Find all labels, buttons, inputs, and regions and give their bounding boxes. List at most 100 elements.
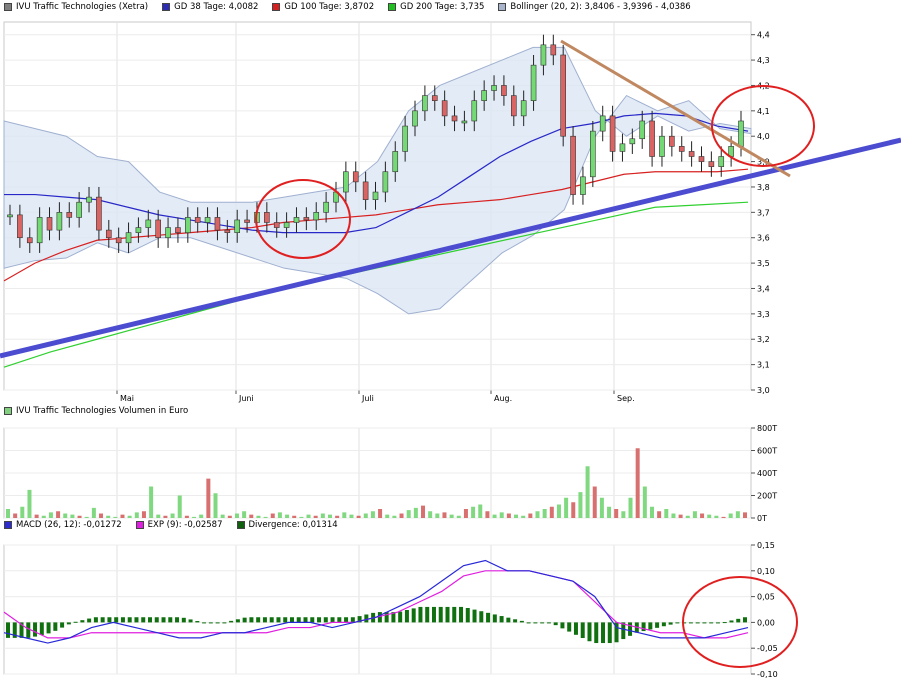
volume-bar (635, 448, 640, 518)
volume-bar (678, 514, 683, 518)
volume-bar (335, 515, 340, 518)
volume-bar (177, 495, 182, 518)
volume-bar (456, 515, 461, 518)
candle-body (17, 214, 23, 239)
volume-bar (506, 513, 511, 518)
divergence-bar (641, 622, 646, 632)
volume-bar (492, 514, 497, 518)
candle-body (66, 212, 73, 218)
divergence-bar (628, 622, 633, 636)
volume-bar (435, 513, 440, 518)
volume-bar (499, 512, 504, 518)
volume-bar (614, 509, 619, 518)
volume-bar (34, 514, 39, 518)
divergence-bar (93, 617, 98, 623)
divergence-bar (709, 622, 714, 624)
volume-bar (363, 513, 368, 518)
price-tick-label: 3,5 (757, 259, 770, 268)
volume-bar (421, 505, 426, 518)
divergence-bar (60, 622, 65, 628)
divergence-bar (459, 606, 464, 623)
volume-tick-label: 600T (757, 447, 777, 456)
volume-bar (356, 515, 361, 518)
candle-body (155, 219, 161, 239)
divergence-bar (661, 622, 666, 627)
divergence-bar (6, 622, 10, 638)
divergence-bar (175, 617, 180, 623)
volume-bar (106, 515, 111, 518)
divergence-bar (492, 614, 497, 623)
divergence-bar (317, 617, 322, 623)
volume-bar (664, 509, 669, 518)
volume-bar (607, 506, 612, 518)
volume-bar (392, 515, 397, 518)
divergence-bar (580, 622, 585, 639)
volume-bar (385, 514, 390, 518)
candle-body (402, 125, 408, 152)
volume-bar (234, 513, 239, 518)
candle-body (461, 120, 468, 124)
price-tick-label: 3,0 (757, 386, 770, 395)
candle-body (441, 100, 448, 117)
candle-body (352, 171, 359, 183)
candle-body (639, 120, 646, 140)
volume-bar (306, 514, 311, 518)
candle-body (738, 120, 744, 147)
divergence-bar (303, 617, 308, 623)
volume-bar (6, 509, 10, 518)
divergence-bar (364, 614, 369, 623)
candle-body (431, 95, 438, 101)
candle-body (214, 217, 221, 231)
candle-body (590, 130, 596, 178)
divergence-bar (208, 622, 213, 624)
candle-body (580, 176, 586, 195)
volume-bar (571, 502, 576, 518)
divergence-bar (472, 609, 477, 623)
price-tick-label: 3,6 (757, 234, 770, 243)
volume-bar (285, 514, 290, 518)
volume-bar (599, 497, 604, 518)
volume-bar (556, 504, 561, 518)
divergence-bar (540, 622, 545, 624)
divergence-bar (573, 622, 578, 635)
candle-body (629, 138, 636, 145)
candle-body (204, 217, 211, 223)
candle-body (669, 135, 675, 147)
divergence-bar (222, 622, 227, 624)
volume-bar (685, 515, 690, 518)
divergence-bar (567, 622, 572, 632)
volume-bar (578, 492, 583, 518)
divergence-bar (411, 608, 416, 623)
divergence-bar (107, 617, 112, 623)
divergence-bar (168, 617, 173, 623)
candle-body (76, 201, 82, 218)
divergence-bar (73, 621, 78, 623)
volume-bar (249, 514, 254, 518)
divergence-bar (384, 612, 389, 623)
divergence-bar (202, 622, 207, 624)
volume-bar (528, 513, 533, 518)
candle-body (303, 217, 310, 221)
volume-bar (485, 511, 490, 518)
volume-bar (743, 512, 747, 518)
candle-body (708, 161, 715, 167)
divergence-bar (594, 622, 599, 644)
candle-body (392, 151, 399, 173)
macd-tick-label: -0,05 (757, 644, 778, 653)
candle-body (491, 85, 497, 91)
candle-body (382, 171, 389, 193)
volume-tick-label: 200T (757, 492, 777, 501)
volume-bar (463, 509, 468, 518)
volume-bar (292, 515, 297, 518)
divergence-bar (722, 622, 727, 624)
candle-body (105, 229, 112, 239)
candle-body (224, 229, 231, 233)
candle-body (175, 227, 181, 233)
volume-bar (113, 516, 118, 518)
volume-bar (170, 513, 175, 518)
volume-bar (320, 513, 325, 518)
volume-bar (27, 489, 32, 518)
volume-bar (199, 514, 204, 518)
candle-body (550, 44, 557, 56)
price-tick-label: 3,3 (757, 310, 770, 319)
